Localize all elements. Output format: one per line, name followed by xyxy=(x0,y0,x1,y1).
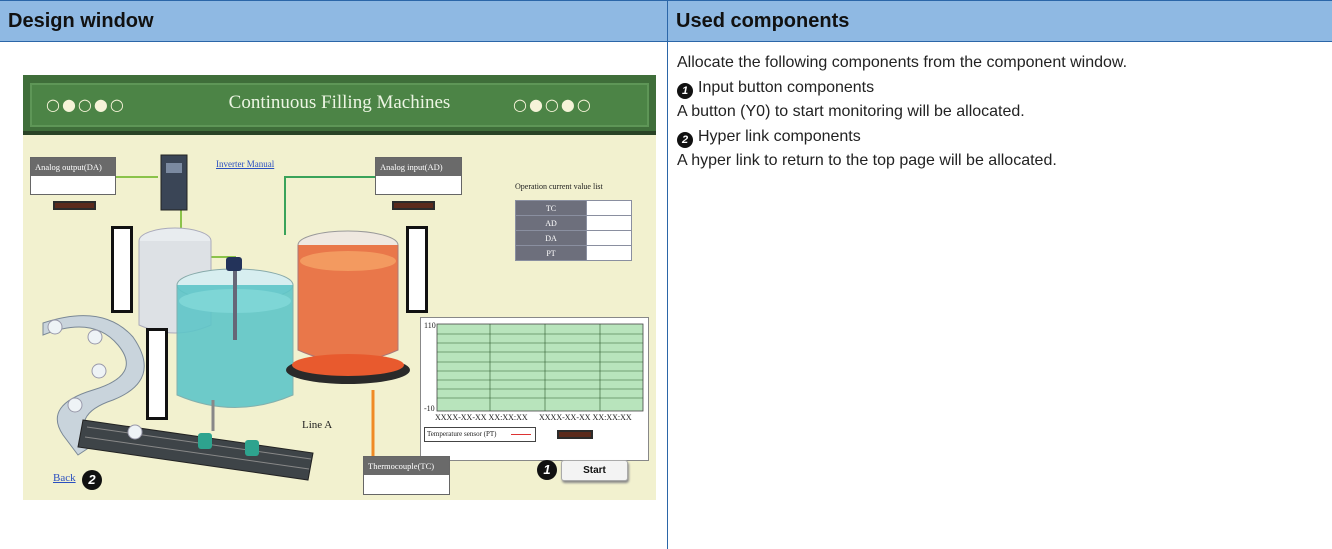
chart-lamp xyxy=(557,430,593,439)
item-2-text: A hyper link to return to the top page w… xyxy=(677,152,1057,169)
analog-input-lamp xyxy=(392,201,435,210)
analog-output-label: Analog output(DA) xyxy=(31,158,115,176)
used-components-header: Used components xyxy=(667,0,1332,42)
used-components-description: Allocate the following components from t… xyxy=(677,51,1317,174)
item-2-title: 2 Hyper link components xyxy=(677,125,1317,150)
value-row: DA xyxy=(515,230,632,246)
item-1-title-text: Input button components xyxy=(698,78,875,96)
value-key: TC xyxy=(515,200,587,216)
value-cell xyxy=(586,200,632,216)
start-badge-icon: 1 xyxy=(537,460,557,480)
value-list-table: TC AD DA PT xyxy=(515,200,632,261)
value-row: PT xyxy=(515,245,632,261)
value-key: PT xyxy=(515,245,587,261)
y-max-label: 110 xyxy=(424,321,436,330)
back-link[interactable]: Back xyxy=(53,472,76,484)
x-label-end: XXXX-XX-XX XX:XX:XX xyxy=(539,413,632,422)
column-divider xyxy=(667,42,668,549)
value-key: AD xyxy=(515,215,587,231)
item-2-title-text: Hyper link components xyxy=(698,127,861,145)
item-1-text: A button (Y0) to start monitoring will b… xyxy=(677,103,1025,120)
analog-input-label: Analog input(AD) xyxy=(376,158,461,176)
analog-input-box: Analog input(AD) xyxy=(375,157,462,195)
back-badge-icon: 2 xyxy=(82,470,102,490)
thermocouple-box: Thermocouple(TC) xyxy=(363,456,450,495)
value-row: AD xyxy=(515,215,632,231)
start-button[interactable]: Start xyxy=(561,460,628,481)
line-a-label: Line A xyxy=(302,419,333,431)
value-row: TC xyxy=(515,200,632,216)
analog-output-box: Analog output(DA) xyxy=(30,157,116,195)
x-label-start: XXXX-XX-XX XX:XX:XX xyxy=(435,413,528,422)
inverter-manual-link[interactable]: Inverter Manual xyxy=(216,159,274,169)
design-window-header: Design window xyxy=(0,0,667,42)
value-cell xyxy=(586,230,632,246)
design-screen: ○●○●○ Continuous Filling Machines ○●○●○ xyxy=(23,75,656,500)
value-cell xyxy=(586,215,632,231)
value-key: DA xyxy=(515,230,587,246)
badge-2-icon: 2 xyxy=(677,131,693,148)
chart-legend: Temperature sensor (PT) xyxy=(424,427,536,442)
analog-output-lamp xyxy=(53,201,96,210)
legend-label: Temperature sensor (PT) xyxy=(427,430,497,438)
level-bar-middle xyxy=(146,328,168,420)
badge-1-icon: 1 xyxy=(677,82,693,99)
legend-line-icon xyxy=(511,434,531,435)
level-bar-right xyxy=(406,226,428,313)
y-min-label: -10 xyxy=(424,404,435,413)
item-1-title: 1 Input button components xyxy=(677,76,1317,101)
trend-graph: 110 -10 XXXX-XX-XX XX:XX:XX XXXX-XX-XX X… xyxy=(420,317,649,461)
value-list-title: Operation current value list xyxy=(515,182,603,191)
intro-text: Allocate the following components from t… xyxy=(677,54,1128,71)
value-cell xyxy=(586,245,632,261)
level-bar-left xyxy=(111,226,133,313)
thermocouple-label: Thermocouple(TC) xyxy=(364,457,449,475)
